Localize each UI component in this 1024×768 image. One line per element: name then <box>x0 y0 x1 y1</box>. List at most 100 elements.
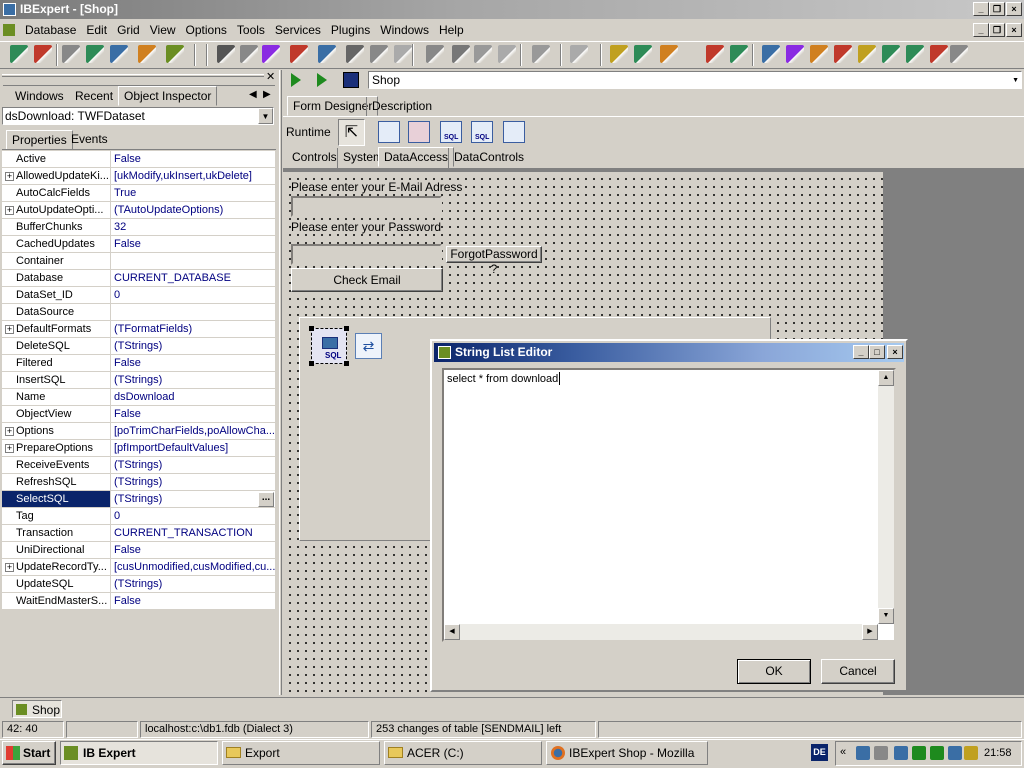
sql-text-editor[interactable]: select * from download ▲ ▼ ◀ ▶ <box>442 368 896 642</box>
save-icon[interactable] <box>343 72 359 88</box>
dialog-maximize-button[interactable]: □ <box>869 345 885 359</box>
expand-icon[interactable]: + <box>5 206 14 215</box>
menu-services[interactable]: Services <box>270 20 326 40</box>
panel-grip[interactable] <box>2 74 264 77</box>
property-row[interactable]: DefaultFormats (TFormatFields) + <box>2 321 275 338</box>
toolbar-button-icon[interactable] <box>532 45 550 63</box>
toolbar-button-icon[interactable] <box>166 45 184 63</box>
property-row[interactable]: Transaction CURRENT_TRANSACTION <box>2 525 275 542</box>
property-value[interactable]: [ukModify,ukInsert,ukDelete] <box>112 168 275 184</box>
tray-icon[interactable] <box>964 746 978 760</box>
toolbar-button-icon[interactable] <box>426 45 444 63</box>
property-value[interactable]: 0 <box>112 508 275 524</box>
toolbar-button-icon[interactable] <box>906 45 924 63</box>
toolbar-button-icon[interactable] <box>10 45 28 63</box>
minimize-button[interactable]: _ <box>973 2 989 16</box>
tray-icon[interactable] <box>912 746 926 760</box>
expand-icon[interactable]: + <box>5 427 14 436</box>
toolbar-button-icon[interactable] <box>634 45 652 63</box>
property-row[interactable]: Tag 0 <box>2 508 275 525</box>
property-row[interactable]: AllowedUpdateKi... [ukModify,ukInsert,ukD… <box>2 168 275 185</box>
toolbar-button-icon[interactable] <box>452 45 470 63</box>
tab-object-inspector[interactable]: Object Inspector <box>118 86 218 106</box>
property-value[interactable]: False <box>112 236 275 252</box>
property-value[interactable]: 32 <box>112 219 275 235</box>
check-email-button[interactable]: Check Email <box>291 268 443 292</box>
toolbar-button-icon[interactable] <box>394 45 412 63</box>
toolbar-button-icon[interactable] <box>660 45 678 63</box>
tab-scroll-right-icon[interactable]: ▶ <box>263 89 271 100</box>
language-indicator[interactable]: DE <box>811 744 828 761</box>
toolbar-button-icon[interactable] <box>786 45 804 63</box>
property-value[interactable]: CURRENT_TRANSACTION <box>112 525 275 541</box>
pointer-tool-icon[interactable]: ⇱ <box>338 119 365 146</box>
mdi-close-button[interactable]: × <box>1006 23 1022 37</box>
toolbar-button-icon[interactable] <box>498 45 516 63</box>
task-mozilla[interactable]: IBExpert Shop - Mozilla F... <box>546 741 708 765</box>
property-row[interactable]: UpdateSQL (TStrings) <box>2 576 275 593</box>
restore-button[interactable]: ❐ <box>989 2 1005 16</box>
property-value[interactable]: 0 <box>112 287 275 303</box>
window-tab-shop[interactable]: Shop <box>12 700 62 718</box>
property-value[interactable]: True <box>112 185 275 201</box>
tab-description[interactable]: Description <box>366 97 437 117</box>
close-button[interactable]: × <box>1006 2 1022 16</box>
property-value[interactable]: False <box>112 593 275 609</box>
address-combo[interactable]: Shop ▼ <box>368 71 1022 89</box>
palette-component-icon[interactable] <box>503 121 525 143</box>
ok-button[interactable]: OK <box>737 659 811 684</box>
menu-windows[interactable]: Windows <box>375 20 434 40</box>
tab-windows[interactable]: Windows <box>10 87 69 107</box>
property-value[interactable]: (TFormatFields) <box>112 321 275 337</box>
toolbar-button-icon[interactable] <box>810 45 828 63</box>
property-row[interactable]: Container <box>2 253 275 270</box>
property-row[interactable]: PrepareOptions [pfImportDefaultValues] + <box>2 440 275 457</box>
toolbar-button-icon[interactable] <box>138 45 156 63</box>
toolbar-button-icon[interactable] <box>110 45 128 63</box>
property-row[interactable]: ObjectView False <box>2 406 275 423</box>
property-value[interactable] <box>112 304 275 320</box>
toolbar-button-icon[interactable] <box>62 45 80 63</box>
toolbar-button-icon[interactable] <box>834 45 852 63</box>
menu-options[interactable]: Options <box>181 20 232 40</box>
property-value[interactable]: (TStrings) <box>112 474 275 490</box>
tab-properties[interactable]: Properties <box>6 130 73 150</box>
email-field[interactable] <box>291 196 442 217</box>
property-value[interactable]: False <box>112 151 275 167</box>
tray-icon[interactable] <box>856 746 870 760</box>
property-value[interactable]: [cusUnmodified,cusModified,cu... <box>112 559 275 575</box>
panel-close-icon[interactable]: ✕ <box>266 70 275 83</box>
property-row[interactable]: Options [poTrimCharFields,poAllowCha... + <box>2 423 275 440</box>
property-row[interactable]: Active False <box>2 151 275 168</box>
palette-tab-controls[interactable]: Controls <box>287 148 342 168</box>
property-value[interactable]: (TStrings) <box>112 457 275 473</box>
property-value[interactable] <box>112 253 275 269</box>
property-row[interactable]: DataSet_ID 0 <box>2 287 275 304</box>
property-value[interactable]: False <box>112 406 275 422</box>
palette-tab-datacontrols[interactable]: DataControls <box>448 148 529 168</box>
toolbar-button-icon[interactable] <box>570 45 588 63</box>
property-row[interactable]: Filtered False <box>2 355 275 372</box>
palette-component-icon[interactable] <box>408 121 430 143</box>
property-value[interactable]: dsDownload <box>112 389 275 405</box>
tab-recent[interactable]: Recent <box>70 87 118 107</box>
palette-component-icon[interactable]: SQL <box>440 121 462 143</box>
toolbar-button-icon[interactable] <box>346 45 364 63</box>
toolbar-button-icon[interactable] <box>858 45 876 63</box>
task-export[interactable]: Export <box>222 741 380 765</box>
property-value[interactable]: (TStrings) <box>112 372 275 388</box>
panel-splitter[interactable] <box>279 70 282 695</box>
toolbar-button-icon[interactable] <box>706 45 724 63</box>
tab-events[interactable]: Events <box>66 130 113 150</box>
menu-plugins[interactable]: Plugins <box>326 20 375 40</box>
property-row[interactable]: ReceiveEvents (TStrings) <box>2 457 275 474</box>
menu-help[interactable]: Help <box>434 20 469 40</box>
expand-icon[interactable]: + <box>5 444 14 453</box>
tray-icon[interactable] <box>948 746 962 760</box>
scroll-down-icon[interactable]: ▼ <box>878 608 894 624</box>
toolbar-button-icon[interactable] <box>474 45 492 63</box>
property-row[interactable]: AutoUpdateOpti... (TAutoUpdateOptions) + <box>2 202 275 219</box>
tray-icon[interactable] <box>930 746 944 760</box>
chevron-down-icon[interactable]: ▼ <box>258 108 273 124</box>
property-row[interactable]: Name dsDownload <box>2 389 275 406</box>
